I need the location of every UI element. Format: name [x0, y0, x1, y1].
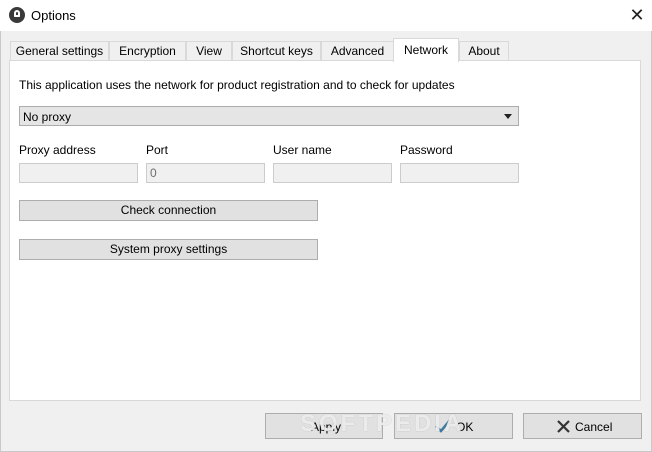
proxy-address-label: Proxy address	[19, 143, 96, 157]
tab-general-settings[interactable]: General settings	[10, 41, 109, 60]
port-label: Port	[146, 143, 169, 157]
system-proxy-settings-button[interactable]: System proxy settings	[19, 239, 318, 260]
check-connection-button[interactable]: Check connection	[19, 200, 318, 221]
tab-shortcut-keys[interactable]: Shortcut keys	[232, 41, 321, 60]
user-name-label: User name	[273, 143, 332, 157]
softpedia-watermark: SOFTPEDIA	[300, 410, 465, 437]
title-bar: Options ✕	[0, 0, 652, 31]
user-name-field[interactable]	[273, 163, 392, 183]
password-field[interactable]	[400, 163, 519, 183]
proxy-type-value: No proxy	[23, 110, 72, 124]
window-title: Options	[31, 8, 76, 23]
port-field[interactable]: 0	[146, 163, 265, 183]
lock-icon	[9, 7, 25, 23]
tab-view[interactable]: View	[186, 41, 232, 60]
dropdown-arrow-icon	[504, 114, 512, 119]
close-icon	[557, 420, 570, 433]
close-window-button[interactable]: ✕	[622, 0, 652, 31]
tab-encryption[interactable]: Encryption	[109, 41, 186, 60]
tab-about[interactable]: About	[459, 41, 509, 60]
proxy-type-select[interactable]: No proxy	[19, 106, 519, 126]
password-label: Password	[400, 143, 453, 157]
tab-advanced[interactable]: Advanced	[321, 41, 394, 60]
cancel-button[interactable]: Cancel	[523, 413, 642, 439]
proxy-address-field[interactable]	[19, 163, 138, 183]
tab-network[interactable]: Network	[393, 38, 459, 62]
network-description: This application uses the network for pr…	[19, 78, 455, 92]
cancel-label: Cancel	[575, 420, 613, 434]
